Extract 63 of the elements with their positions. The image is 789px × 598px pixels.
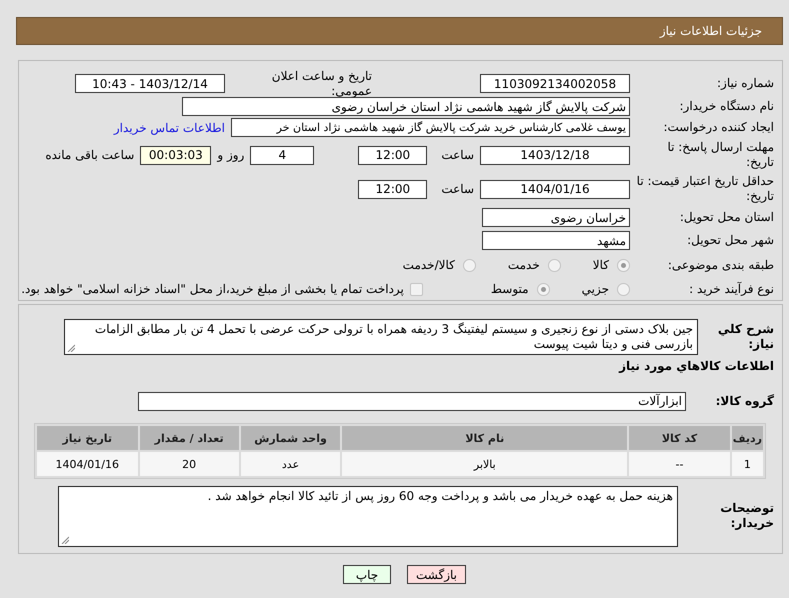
time-label: ساعت [441, 182, 474, 196]
field-label: شماره نیاز: [716, 76, 774, 91]
radio-label: کالا/خدمت [402, 258, 455, 272]
validity-date-field: 1404/01/16 [480, 180, 630, 198]
resize-grip-icon [61, 536, 69, 544]
radio-label: متوسط [490, 282, 529, 296]
validity-time-field: 12:00 [358, 180, 428, 198]
column-header: تعداد / مقدار [140, 426, 239, 450]
announce-date-field: 1403/12/14 - 10:43 [75, 74, 225, 93]
radio-button[interactable] [617, 258, 630, 272]
field-label: توضیحات خریدار: [719, 501, 774, 531]
days-field: 4 [250, 146, 314, 164]
deadline-time-field: 12:00 [358, 146, 428, 164]
radio-label: خدمت [508, 258, 540, 272]
column-header: کد کالا [629, 426, 730, 450]
table-cell: 1 [732, 452, 763, 476]
print-button[interactable]: چاپ [343, 565, 391, 584]
column-header: نام کالا [342, 426, 628, 450]
radio-button[interactable] [536, 282, 550, 296]
field-label: نوع فرآیند خرید : [688, 282, 774, 296]
table-cell: عدد [240, 452, 340, 476]
description-box: جین بلاک دستی از نوع زنجیری و سیستم لیفتینگ 3 ردیفه همراه با ترولی حرکت عرضی با تحمل 4 تن بار مطابق الزامات بازرسی فنی و دیتا شیت پیوست [64, 319, 698, 355]
goods-group-field: ابزارآلات [138, 392, 686, 410]
field-label: شهر محل تحویل: [686, 233, 774, 248]
buyer-org-field: شرکت پالایش گاز شهید هاشمی نژاد استان خراسان رضوی [182, 97, 630, 116]
days-label: روز و [217, 148, 244, 162]
table-cell: 1404/01/16 [37, 452, 138, 476]
table-cell: -- [629, 452, 730, 476]
column-header: تاریخ نیاز [37, 426, 138, 450]
section-title: اطلاعات کالاهاي مورد نياز [619, 359, 774, 373]
table-cell: بالابر [342, 452, 628, 476]
deadline-date-field: 1403/12/18 [480, 146, 630, 164]
requester-field: یوسف غلامی کارشناس خرید شرکت پالایش گاز شهید هاشمی نژاد استان خر [231, 118, 630, 137]
field-label: حداقل تاریخ اعتبار قیمت: تا تاریخ: [636, 174, 774, 204]
field-label: طبقه بندی موضوعی: [666, 258, 774, 272]
field-label: گروه کالا: [714, 394, 774, 408]
radio-button[interactable] [548, 258, 561, 272]
field-label: استان محل تحویل: [678, 210, 774, 225]
resize-grip-icon [67, 344, 75, 352]
table-cell: 20 [140, 452, 239, 476]
time-label: ساعت [441, 148, 474, 162]
buyer-notes-box: هزینه حمل به عهده خریدار می باشد و پرداخت وجه 60 روز پس از تائید کالا انجام خواهد شد . [58, 486, 678, 546]
province-field: خراسان رضوی [482, 208, 630, 227]
remaining-label: ساعت باقی مانده [45, 148, 134, 162]
remaining-time-field: 00:03:03 [140, 146, 212, 164]
checkbox[interactable] [410, 282, 423, 296]
field-label: مهلت ارسال پاسخ: تا تاریخ: [666, 140, 774, 170]
radio-label: کالا [592, 258, 609, 272]
need-number-field: 1103092134002058 [480, 74, 630, 93]
radio-button[interactable] [617, 282, 630, 296]
field-label: شرح کلي نیاز: [716, 322, 774, 352]
field-label: تاریخ و ساعت اعلان عمومی: [270, 68, 372, 98]
radio-label: جزيي [582, 282, 609, 296]
radio-button[interactable] [462, 258, 476, 272]
treasury-note: پرداخت تمام یا بخشی از مبلغ خرید،از محل "اسناد خزانه اسلامی" خواهد بود. [21, 282, 404, 296]
field-label: ایجاد کننده درخواست: [662, 120, 774, 135]
field-label: نام دستگاه خریدار: [678, 99, 774, 114]
buyer-contact-link[interactable]: اطلاعات تماس خریدار [114, 120, 225, 134]
column-header: ردیف [732, 426, 763, 450]
back-button[interactable]: بازگشت [407, 565, 466, 584]
city-field: مشهد [482, 231, 630, 250]
page-title: جزئیات اطلاعات نیاز [660, 24, 762, 38]
column-header: واحد شمارش [240, 426, 340, 450]
